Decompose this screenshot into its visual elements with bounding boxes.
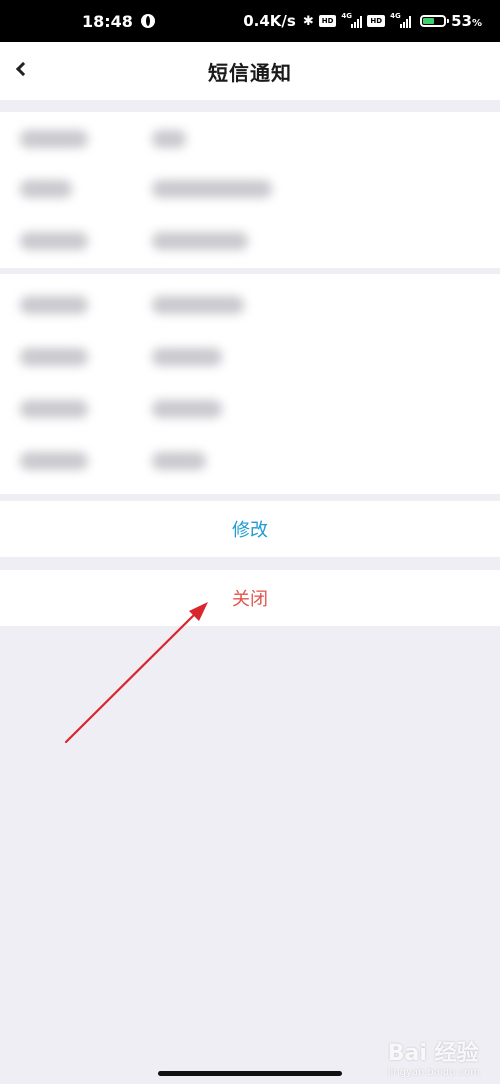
edit-button[interactable]: 修改 bbox=[0, 501, 500, 557]
info-row bbox=[0, 226, 500, 256]
signal-icon: 4G bbox=[341, 12, 363, 28]
annotation-arrow-shaft bbox=[64, 609, 200, 744]
bluetooth-icon: ✱ bbox=[302, 13, 314, 29]
hd-icon: HD bbox=[318, 15, 337, 27]
info-row bbox=[0, 394, 500, 424]
battery-icon bbox=[420, 15, 450, 27]
status-indicators: 0.4K/s ✱ HD 4G HD 4G 53% bbox=[243, 12, 482, 30]
info-value bbox=[152, 348, 222, 366]
info-label bbox=[20, 452, 88, 470]
info-value bbox=[152, 452, 206, 470]
back-arrow-icon[interactable] bbox=[15, 63, 29, 77]
watermark-logo: Bai 经验 jingyan.baidu.com bbox=[388, 1035, 480, 1078]
globe-icon bbox=[140, 14, 155, 28]
info-row bbox=[0, 174, 500, 204]
info-value bbox=[152, 130, 186, 148]
info-label bbox=[20, 296, 88, 314]
info-value bbox=[152, 400, 222, 418]
net-speed: 0.4K/s bbox=[243, 12, 296, 30]
hd-icon-2: HD bbox=[367, 15, 386, 27]
home-indicator[interactable] bbox=[158, 1071, 342, 1076]
info-card-1 bbox=[0, 112, 500, 268]
info-label bbox=[20, 130, 88, 148]
network-label-2: 4G bbox=[390, 12, 401, 20]
status-bar: 18:48 0.4K/s ✱ HD 4G HD 4G 53% bbox=[0, 0, 500, 42]
page-title: 短信通知 bbox=[208, 60, 292, 85]
info-label bbox=[20, 232, 88, 250]
info-label bbox=[20, 180, 72, 198]
signal-icon-2: 4G bbox=[390, 12, 412, 28]
close-button[interactable]: 关闭 bbox=[0, 570, 500, 626]
info-label bbox=[20, 348, 88, 366]
status-time: 18:48 bbox=[82, 11, 133, 31]
info-row bbox=[0, 446, 500, 476]
info-label bbox=[20, 400, 88, 418]
info-row bbox=[0, 124, 500, 154]
info-value bbox=[152, 180, 272, 198]
watermark-sub: jingyan.baidu.com bbox=[387, 1067, 480, 1078]
info-value bbox=[152, 296, 244, 314]
battery-percent: 53% bbox=[451, 12, 482, 30]
info-row bbox=[0, 342, 500, 372]
network-label: 4G bbox=[341, 12, 353, 20]
info-value bbox=[152, 232, 248, 250]
watermark-text: Bai 经验 bbox=[387, 1041, 479, 1066]
info-row bbox=[0, 290, 500, 320]
info-card-2 bbox=[0, 274, 500, 494]
nav-header: 短信通知 bbox=[0, 42, 500, 100]
